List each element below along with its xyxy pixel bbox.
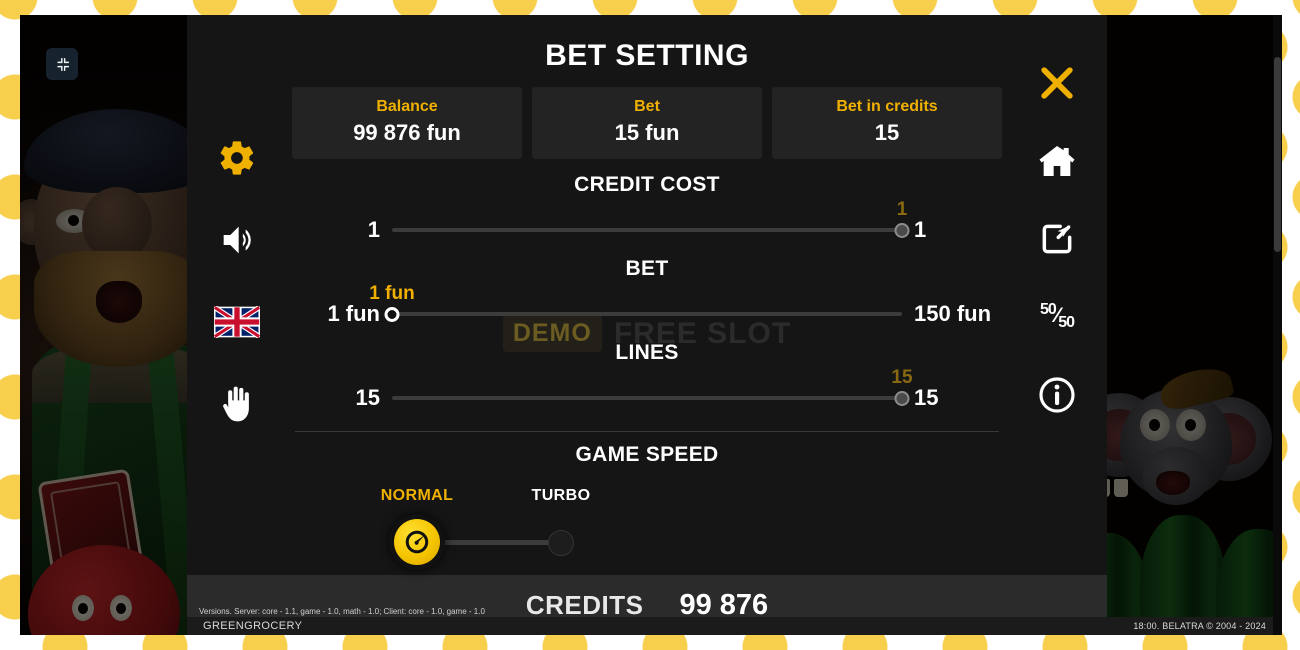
page-title: BET SETTING — [545, 39, 749, 72]
ratio-top-value: 50 — [1039, 301, 1057, 319]
slider-max-credit-cost: 1 — [914, 216, 927, 242]
game-speed-toggle[interactable] — [287, 513, 1007, 570]
game-speed-group: GAME SPEED NORMAL TURBO — [287, 442, 1007, 570]
slider-title-lines: LINES — [615, 340, 679, 364]
stat-bet: Bet 15 fun — [532, 87, 762, 159]
slider-min-lines: 15 — [355, 384, 380, 410]
slider-track-fill-bet — [392, 311, 902, 316]
responsible-gaming-button[interactable] — [214, 381, 260, 427]
game-frame: DEMO FREE SLOT BET SETTING Balance 99 876… — [20, 15, 1282, 635]
slider-track-credit-cost[interactable]: 1 — [392, 199, 910, 243]
frame-scrollbar[interactable] — [1273, 15, 1282, 635]
stat-bet-in-credits-label: Bet in credits — [836, 98, 938, 115]
stat-balance: Balance 99 876 fun — [292, 87, 522, 159]
slider-group-credit-cost: CREDIT COST 1 1 1 — [287, 173, 1007, 243]
slider-value-credit-cost: 1 — [896, 198, 908, 220]
game-speed-title: GAME SPEED — [575, 442, 719, 466]
footer-bar: GREENGROCERY 18:00. BELATRA © 2004 - 202… — [187, 617, 1282, 635]
settings-gear-icon-button[interactable] — [214, 135, 260, 181]
section-divider — [295, 430, 999, 432]
slider-knob-bet[interactable] — [384, 306, 400, 322]
info-button[interactable] — [1034, 369, 1080, 421]
language-flag-uk-icon — [214, 306, 260, 338]
open-external-button[interactable] — [1034, 213, 1080, 265]
stat-balance-label: Balance — [376, 98, 438, 115]
info-icon — [1039, 377, 1075, 413]
ratio-bottom-value: 50 — [1058, 314, 1075, 332]
versions-text: Versions. Server: core - 1.1, game - 1.0… — [199, 607, 485, 616]
settings-content: DEMO FREE SLOT BET SETTING Balance 99 876… — [287, 15, 1007, 575]
game-name-label: GREENGROCERY — [203, 620, 303, 632]
hand-stop-icon — [223, 386, 249, 422]
stat-bet-label: Bet — [634, 98, 660, 115]
exit-fullscreen-button[interactable] — [46, 48, 78, 80]
game-speed-turbo-option[interactable] — [548, 529, 574, 556]
ratio-5050-icon: 50⁄50 — [1039, 301, 1075, 332]
slider-track-lines[interactable]: 15 — [392, 367, 913, 411]
credits-label: CREDITS — [525, 589, 644, 620]
stat-bet-in-credits-value: 15 — [874, 120, 900, 146]
slider-group-lines: LINES 15 15 15 — [287, 341, 1007, 411]
slider-value-bet: 1 fun — [369, 282, 415, 304]
settings-gear-icon — [220, 141, 254, 175]
sound-toggle-button[interactable] — [214, 217, 260, 263]
slider-track-fill-credit-cost — [392, 227, 902, 232]
slider-track-bet[interactable]: 1 fun — [369, 283, 902, 327]
slider-group-bet: BET 1 fun 1 fun 150 fun — [287, 257, 1007, 327]
close-x-icon — [1041, 67, 1073, 99]
language-button[interactable] — [214, 299, 260, 345]
slider-title-credit-cost: CREDIT COST — [574, 172, 720, 196]
stats-row: Balance 99 876 fun Bet 15 fun Bet in cre… — [287, 87, 1007, 159]
close-button[interactable] — [1034, 57, 1080, 109]
copyright-label: 18:00. BELATRA © 2004 - 2024 — [1133, 621, 1266, 631]
slider-knob-lines[interactable] — [894, 390, 910, 406]
exit-fullscreen-icon — [57, 57, 69, 71]
home-button[interactable] — [1034, 135, 1080, 187]
slider-min-credit-cost: 1 — [367, 216, 380, 242]
speedometer-icon — [405, 530, 429, 553]
stat-bet-in-credits: Bet in credits 15 — [772, 87, 1002, 159]
slider-max-lines: 15 — [914, 384, 939, 410]
scrollbar-thumb[interactable] — [1274, 57, 1281, 252]
slider-value-lines: 15 — [891, 366, 913, 388]
left-toolbar — [187, 15, 287, 575]
game-speed-normal-label: NORMAL — [380, 486, 454, 504]
stat-bet-value: 15 fun — [614, 120, 680, 146]
right-toolbar: 50⁄50 — [1007, 15, 1107, 575]
bet-setting-panel: DEMO FREE SLOT BET SETTING Balance 99 876… — [187, 15, 1107, 635]
slider-track-fill-lines — [392, 395, 902, 400]
sound-on-icon — [223, 226, 251, 254]
ratio-5050-button[interactable]: 50⁄50 — [1034, 291, 1080, 343]
game-speed-turbo-label: TURBO — [531, 486, 591, 504]
game-speed-normal-option[interactable] — [389, 513, 445, 570]
home-icon — [1039, 146, 1075, 176]
slider-title-bet: BET — [625, 256, 669, 280]
open-external-icon — [1042, 224, 1072, 254]
slider-knob-credit-cost[interactable] — [894, 222, 910, 238]
stat-balance-value: 99 876 fun — [353, 120, 461, 146]
slider-max-bet: 150 fun — [914, 300, 992, 326]
